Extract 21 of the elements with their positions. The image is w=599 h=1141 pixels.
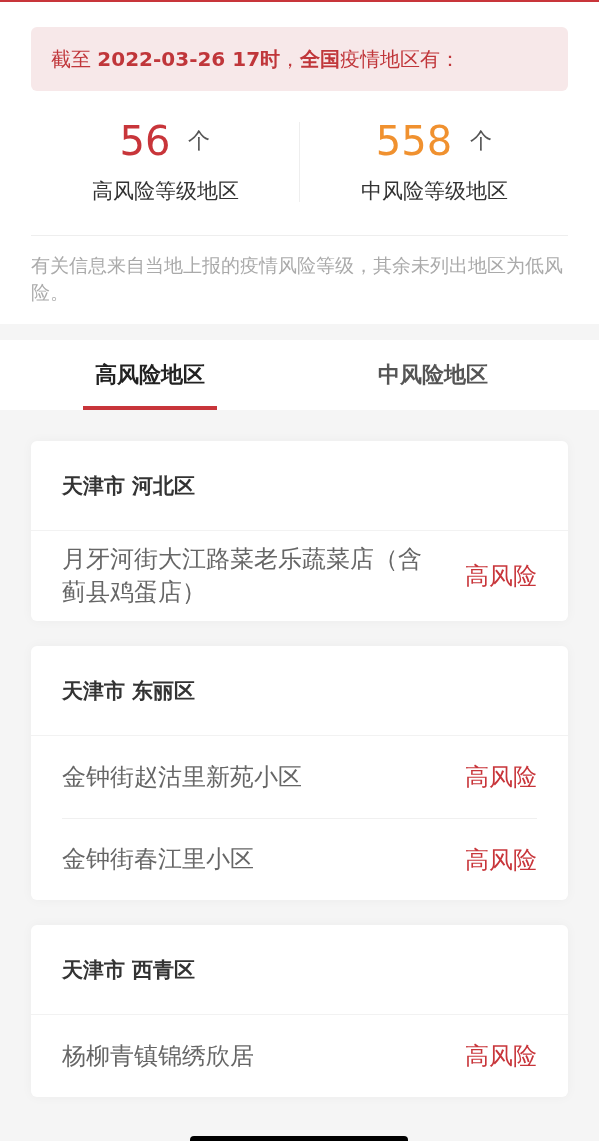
city-district-title: 天津市 东丽区 — [62, 677, 196, 705]
region-count: 56 — [119, 119, 171, 163]
place-name: 金钟街赵沽里新苑小区 — [62, 761, 302, 793]
risk-level: 高风险 — [465, 1041, 537, 1072]
place-name: 杨柳青镇锦绣欣居 — [62, 1040, 254, 1072]
city-district-title: 天津市 西青区 — [62, 956, 196, 984]
risk-level: 高风险 — [465, 561, 537, 592]
place-name: 月牙河街大江路菜老乐蔬菜店（含蓟县鸡蛋店） — [62, 544, 423, 608]
unit-label: 个 — [470, 127, 493, 155]
stat-label: 高风险等级地区 — [91, 178, 239, 205]
city-district-title: 天津市 河北区 — [62, 472, 196, 500]
stat-label: 中风险等级地区 — [360, 178, 508, 205]
unit-label: 个 — [188, 127, 211, 155]
notice-banner: 截至 2022-03-26 17时，全国疫情地区有： — [31, 27, 568, 91]
place-name: 金钟街春江里小区 — [62, 844, 254, 875]
region-tab[interactable]: 中风险地区 — [267, 340, 599, 410]
info-note: 有关信息来自当地上报的疫情风险等级，其余未列出地区为低风险。 — [31, 253, 564, 305]
region-tab[interactable]: 高风险地区 — [83, 340, 217, 410]
risk-level: 高风险 — [465, 844, 537, 876]
region-count: 558 — [375, 119, 453, 163]
risk-level: 高风险 — [465, 762, 537, 793]
